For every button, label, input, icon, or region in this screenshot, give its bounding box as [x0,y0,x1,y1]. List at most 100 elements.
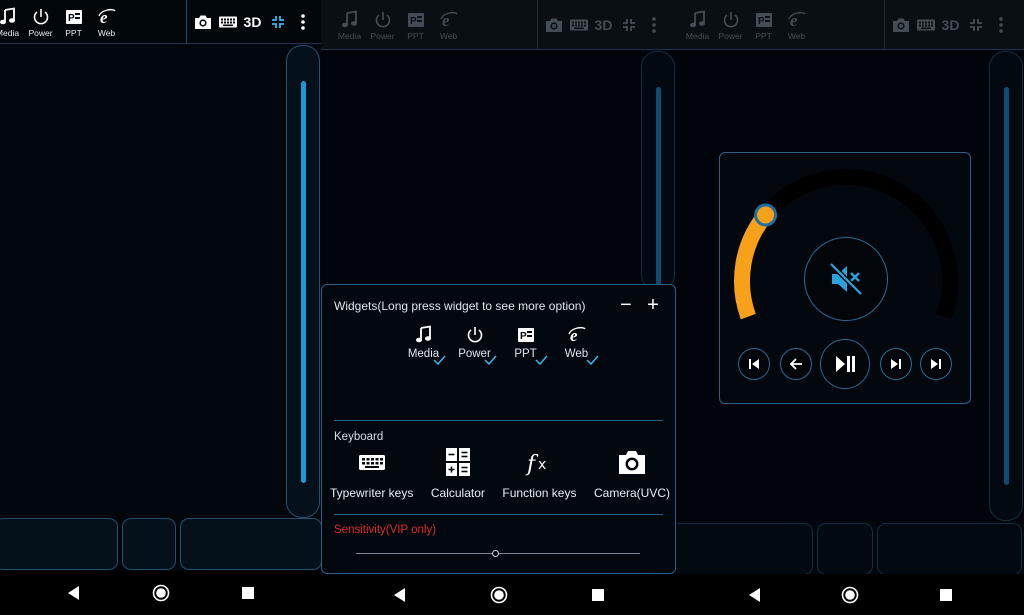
left-click-button[interactable] [0,518,118,570]
keyboard-button[interactable] [215,0,240,44]
left-click-button[interactable] [677,523,813,575]
widget-toggle-web[interactable]: e Web [551,325,602,369]
ppt-icon: P [755,12,772,27]
more-options-button[interactable] [641,0,666,50]
collapse-button[interactable] [616,0,641,50]
3d-label: 3D [594,17,613,33]
keyboard-icon [916,19,935,31]
music-note-icon [341,9,357,27]
keyboard-button[interactable] [566,0,591,50]
3d-mode-button[interactable]: 3D [240,0,265,44]
scroll-bar[interactable] [989,51,1023,521]
recents-square-icon[interactable] [239,584,257,602]
camera-button[interactable] [541,0,566,50]
system-nav-bar [321,574,677,615]
collapse-icon [271,16,284,28]
scroll-thumb[interactable] [1004,87,1009,485]
widgets-sheet: Widgets(Long press widget to see more op… [321,284,676,574]
system-nav-bar [677,574,1024,615]
home-circle-icon[interactable] [152,584,170,602]
3d-mode-button[interactable]: 3D [938,0,963,50]
media-widget-button[interactable]: Media [0,0,24,44]
divider [334,420,663,421]
power-icon [723,11,738,27]
volume-mute-icon [829,262,863,296]
widget-label: PPT [514,348,537,360]
widget-toggle-media[interactable]: Media [398,325,449,369]
keyboard-icon [218,16,237,28]
ppt-widget-button[interactable]: P PPT [399,0,432,50]
right-click-button[interactable] [877,523,1022,575]
tool-label: Typewriter keys [330,486,414,500]
web-widget-button[interactable]: e Web [90,0,123,44]
collapse-button[interactable] [265,0,290,44]
back-triangle-icon[interactable] [746,586,764,604]
ppt-icon: P [65,9,82,24]
more-options-button[interactable] [988,0,1013,50]
more-options-button[interactable] [290,0,315,44]
sensitivity-slider-thumb[interactable] [492,550,499,557]
touchpad-screen-3: Media Power P PPT e Web 3D [677,0,1024,615]
more-vert-icon [998,17,1003,33]
zoom-out-button[interactable]: − [616,293,636,317]
keyboard-icon [569,19,588,31]
touchpad-area[interactable] [0,45,321,515]
web-label: Web [97,27,116,38]
media-widget-button[interactable]: Media [681,0,714,50]
middle-click-button[interactable] [817,523,873,575]
right-click-button[interactable] [180,518,321,570]
music-note-icon [0,6,15,24]
scroll-bar[interactable] [286,45,320,518]
power-label: Power [370,30,395,41]
svg-text:P: P [520,331,527,342]
checkmark-icon [484,355,497,365]
ppt-widget-button[interactable]: P PPT [57,0,90,44]
widget-toggle-power[interactable]: Power [449,325,500,369]
scroll-thumb[interactable] [301,81,306,483]
zoom-in-button[interactable]: + [643,293,663,317]
widget-toggle-ppt[interactable]: P PPT [500,325,551,369]
media-label: Media [337,30,362,41]
collapse-button[interactable] [963,0,988,50]
power-widget-button[interactable]: Power [714,0,747,50]
arrow-left-icon [789,358,802,370]
camera-button[interactable] [190,0,215,44]
web-browser-icon: e [439,11,458,30]
recents-square-icon[interactable] [937,586,955,604]
web-widget-button[interactable]: e Web [432,0,465,50]
play-pause-button[interactable] [820,339,870,389]
touchpad-screen-2: Media Power P PPT e Web 3D Widgets(Long … [321,0,677,615]
home-circle-icon[interactable] [841,586,859,604]
web-widget-button[interactable]: e Web [780,0,813,50]
typewriter-keys-button[interactable]: Typewriter keys [330,447,413,500]
media-label: Media [0,27,20,38]
camera-uvc-button[interactable]: Camera(UVC) [594,447,670,500]
web-browser-icon: e [97,8,116,27]
svg-text:P: P [758,16,765,27]
power-widget-button[interactable]: Power [24,0,57,44]
back-triangle-icon[interactable] [65,584,83,602]
power-widget-button[interactable]: Power [366,0,399,50]
back-triangle-icon[interactable] [391,586,409,604]
recents-square-icon[interactable] [589,586,607,604]
next-frame-button[interactable] [880,348,912,380]
mouse-buttons [0,518,321,570]
3d-mode-button[interactable]: 3D [591,0,616,50]
ppt-widget-button[interactable]: P PPT [747,0,780,50]
middle-click-button[interactable] [122,518,176,570]
next-track-button[interactable] [920,348,952,380]
home-circle-icon[interactable] [490,586,508,604]
scroll-thumb[interactable] [656,87,661,287]
camera-button[interactable] [888,0,913,50]
scroll-bar[interactable] [641,51,675,291]
keyboard-button[interactable] [913,0,938,50]
mute-button[interactable] [804,237,888,321]
media-widget-button[interactable]: Media [333,0,366,50]
touchpad-area[interactable] [321,51,677,284]
function-keys-button[interactable]: fx Function keys [502,447,576,500]
playback-controls [738,339,954,389]
back-button[interactable] [780,348,812,380]
checkmark-icon [586,355,599,365]
calculator-button[interactable]: Calculator [431,447,485,500]
previous-track-button[interactable] [738,348,770,380]
